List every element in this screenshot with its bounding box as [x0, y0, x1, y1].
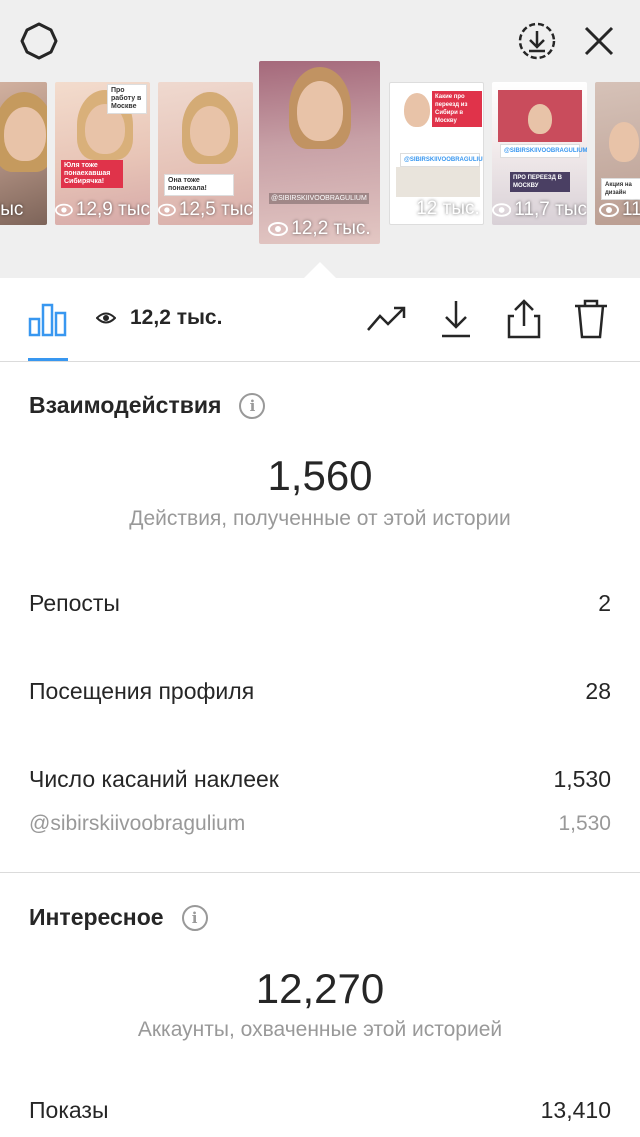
story-thumbnail[interactable]: 3 тыс: [0, 82, 47, 225]
story-view-count: 11,7 тыс: [492, 199, 587, 221]
story-view-count: 12,5 тыс: [158, 199, 253, 221]
story-thumbnail[interactable]: Акция на дизайн 11: [595, 82, 640, 225]
eye-icon: [268, 222, 289, 236]
story-sticker: ПРО ПЕРЕЕЗД В МОСКВУ: [510, 172, 570, 192]
interactions-total-label: Действия, полученные от этой истории: [129, 507, 511, 530]
story-thumbnail[interactable]: Она тоже понаехала! 12,5 тыс: [158, 82, 253, 225]
story-thumbnail[interactable]: @SIBIRSKIIVOOBRAGULIUM ПРО ПЕРЕЕЗД В МОС…: [492, 82, 587, 225]
metric-sub-row: @sibirskiivoobragulium 1,530: [29, 812, 611, 835]
story-tag: @SIBIRSKIIVOOBRAGULIUM: [400, 153, 483, 167]
trash-icon[interactable]: [570, 296, 612, 342]
story-sticker: Про работу в Москве: [107, 84, 147, 114]
eye-icon: [599, 203, 619, 217]
story-thumbnail[interactable]: Про работу в Москве Юля тоже понаехавшая…: [55, 82, 150, 225]
info-icon[interactable]: i: [181, 904, 208, 931]
story-actions-bar: 12,2 тыс.: [0, 278, 640, 362]
selected-pointer: [304, 262, 336, 278]
story-view-count: 12,9 тыс: [55, 199, 150, 221]
story-sticker: Юля тоже понаехавшая Сибирячка!: [61, 160, 123, 188]
share-icon[interactable]: [503, 296, 545, 342]
bar-chart-icon[interactable]: [26, 296, 70, 342]
discovery-total-label: Аккаунты, охваченные этой историей: [137, 1018, 503, 1041]
discovery-total: 12,270: [255, 965, 385, 1012]
eye-icon: [158, 203, 176, 217]
story-sticker: Акция на дизайн: [601, 178, 640, 200]
interactions-section: Взаимодействия i 1,560 Действия, получен…: [0, 362, 640, 872]
metric-row: Число касаний наклеек 1,530: [29, 766, 611, 792]
story-caption: @SIBIRSKIIVOOBRAGULIUM: [269, 193, 369, 204]
eye-icon: [55, 203, 73, 217]
story-view-count: 12,2 тыс.: [259, 218, 380, 240]
story-view-count: 3 тыс: [0, 199, 24, 220]
views-value: 12,2 тыс.: [130, 306, 223, 329]
eye-icon: [393, 202, 414, 216]
eye-icon: [492, 203, 512, 217]
views-summary: 12,2 тыс.: [96, 306, 222, 330]
save-download-icon[interactable]: [436, 296, 476, 342]
insights-tab-indicator: [28, 358, 68, 361]
eye-icon: [96, 312, 116, 324]
section-title: Взаимодействия i: [29, 392, 266, 419]
interactions-total: 1,560: [267, 452, 373, 499]
discovery-section: Интересное i 12,270 Аккаунты, охваченные…: [0, 873, 640, 1137]
story-sticker: Какие про переезд из Сибири в Москву: [432, 91, 482, 127]
story-view-count: 12 тыс.: [390, 198, 483, 220]
info-icon[interactable]: i: [239, 392, 266, 419]
story-thumbnail[interactable]: Какие про переезд из Сибири в Москву @SI…: [389, 82, 484, 225]
promote-trend-icon[interactable]: [364, 296, 410, 342]
story-thumbnails: 3 тыс Про работу в Москве Юля тоже понае…: [0, 0, 640, 278]
story-view-count: 11: [595, 199, 640, 221]
story-sticker: Она тоже понаехала!: [164, 174, 234, 196]
metric-row: Посещения профиля 28: [29, 678, 611, 704]
story-thumbnail-selected[interactable]: @SIBIRSKIIVOOBRAGULIUM 12,2 тыс.: [259, 61, 380, 244]
story-tag: @SIBIRSKIIVOOBRAGULIUM: [500, 144, 587, 158]
metric-row: Показы 13,410: [29, 1097, 611, 1123]
metric-row: Репосты 2: [29, 590, 611, 616]
section-title: Интересное i: [29, 904, 208, 931]
